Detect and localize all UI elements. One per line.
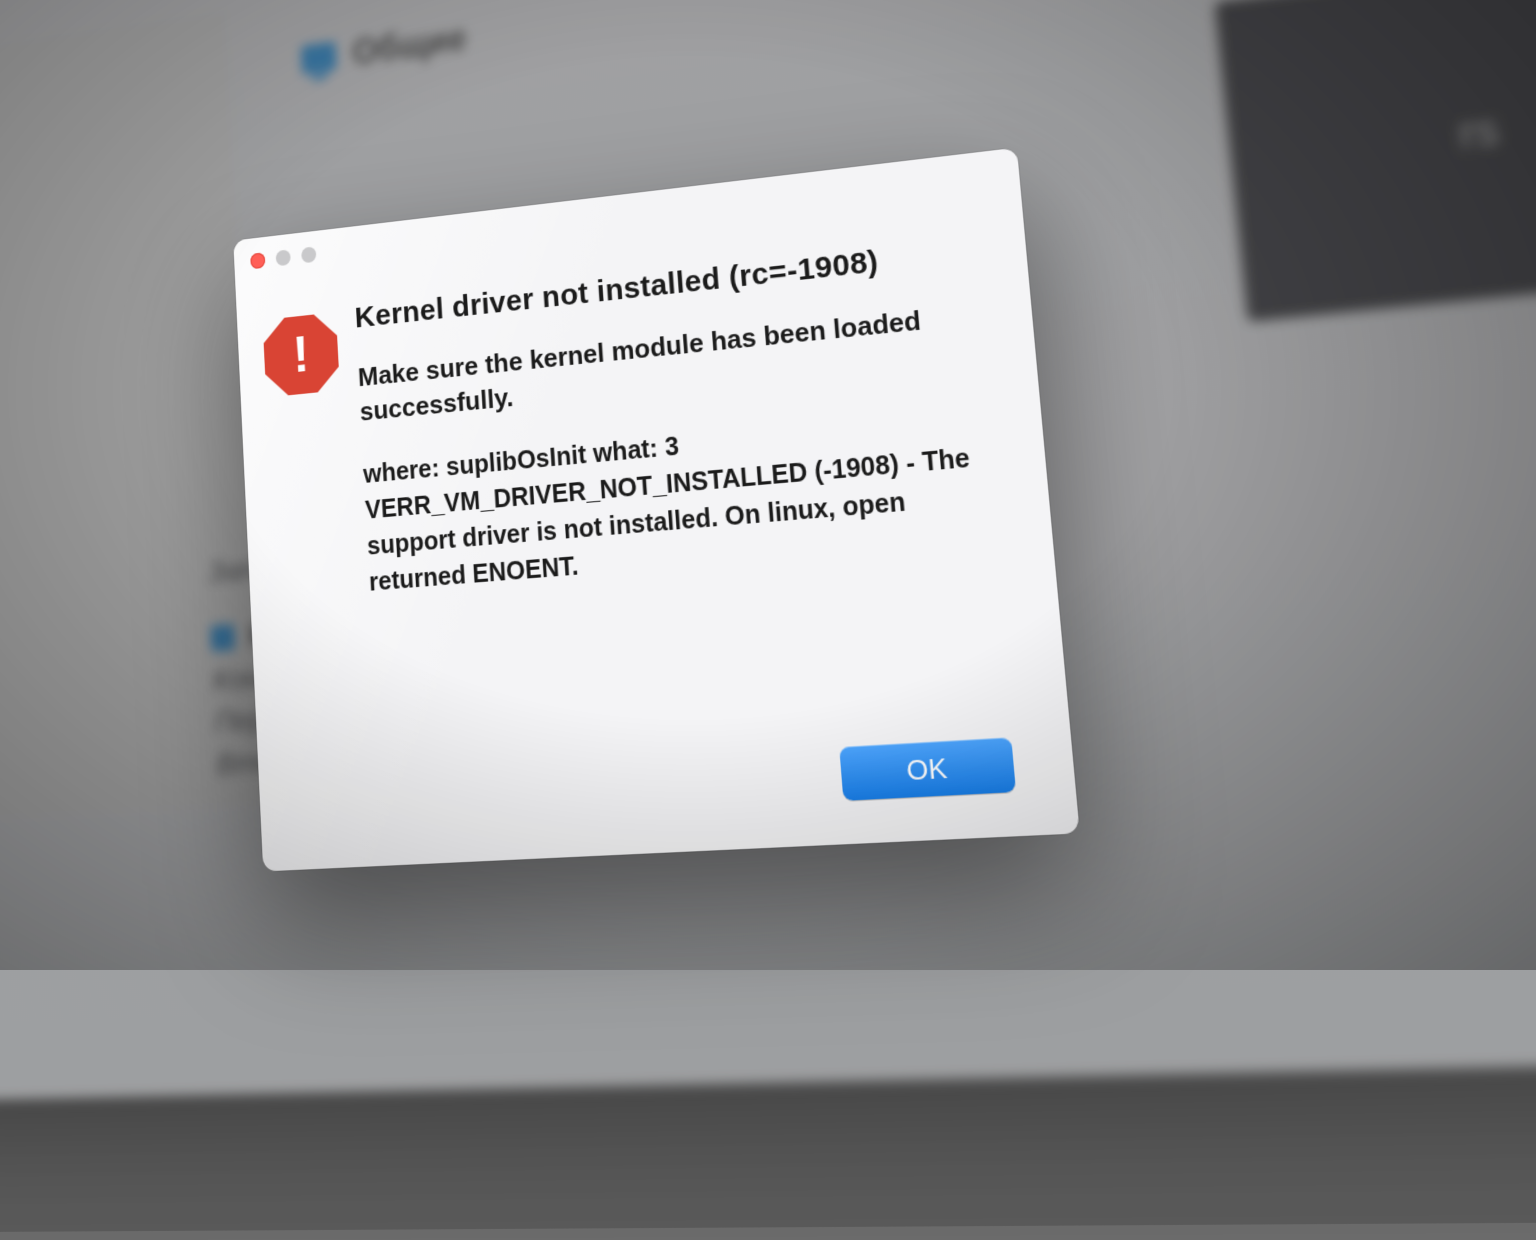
storage-icon (210, 624, 235, 652)
window-traffic-lights (250, 246, 316, 269)
preview-text: rs (1456, 106, 1501, 159)
error-glyph: ! (292, 325, 311, 385)
preview-panel: rs (1215, 0, 1536, 322)
zoom-window-button[interactable] (301, 246, 316, 263)
monitor-icon (301, 41, 337, 74)
section-general: Общие (300, 17, 467, 80)
minimize-window-button[interactable] (276, 249, 291, 266)
error-icon: ! (263, 312, 340, 397)
error-dialog: ! Kernel driver not installed (rc=-1908)… (233, 148, 1080, 872)
section-general-label: Общие (351, 17, 467, 73)
close-window-button[interactable] (250, 252, 265, 269)
